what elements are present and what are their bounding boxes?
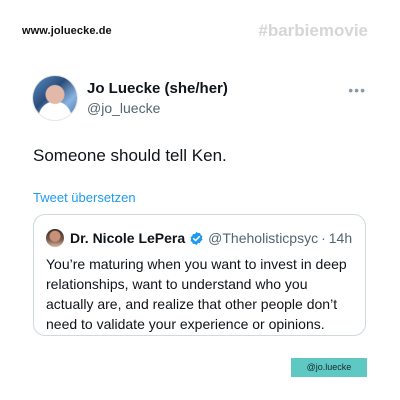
separator-dot: ·	[321, 230, 326, 246]
more-icon[interactable]: •••	[348, 82, 366, 98]
quoted-tweet-card[interactable]: Dr. Nicole LePera @Theholisticpsyc · 14h…	[33, 214, 366, 336]
tweet-text: Someone should tell Ken.	[33, 146, 227, 165]
quoted-timestamp[interactable]: 14h	[329, 230, 352, 246]
author-handle[interactable]: @jo_luecke	[87, 100, 228, 117]
quoted-handle[interactable]: @Theholisticpsyc	[208, 230, 318, 246]
verified-badge-icon	[190, 231, 203, 245]
quoted-avatar[interactable]	[46, 229, 64, 247]
hashtag-label: #barbiemovie	[258, 21, 368, 40]
quoted-tweet-header: Dr. Nicole LePera @Theholisticpsyc · 14h	[46, 229, 352, 247]
quoted-display-name[interactable]: Dr. Nicole LePera	[70, 230, 185, 246]
avatar[interactable]	[33, 76, 77, 120]
author-badge: @jo.luecke	[291, 358, 367, 377]
quoted-tweet-text: You’re maturing when you want to invest …	[46, 256, 347, 332]
translate-tweet-link[interactable]: Tweet übersetzen	[33, 190, 136, 205]
author-display-name[interactable]: Jo Luecke (she/her)	[87, 80, 228, 98]
tweet-author[interactable]: Jo Luecke (she/her) @jo_luecke	[33, 76, 228, 120]
site-url: www.joluecke.de	[22, 25, 112, 37]
